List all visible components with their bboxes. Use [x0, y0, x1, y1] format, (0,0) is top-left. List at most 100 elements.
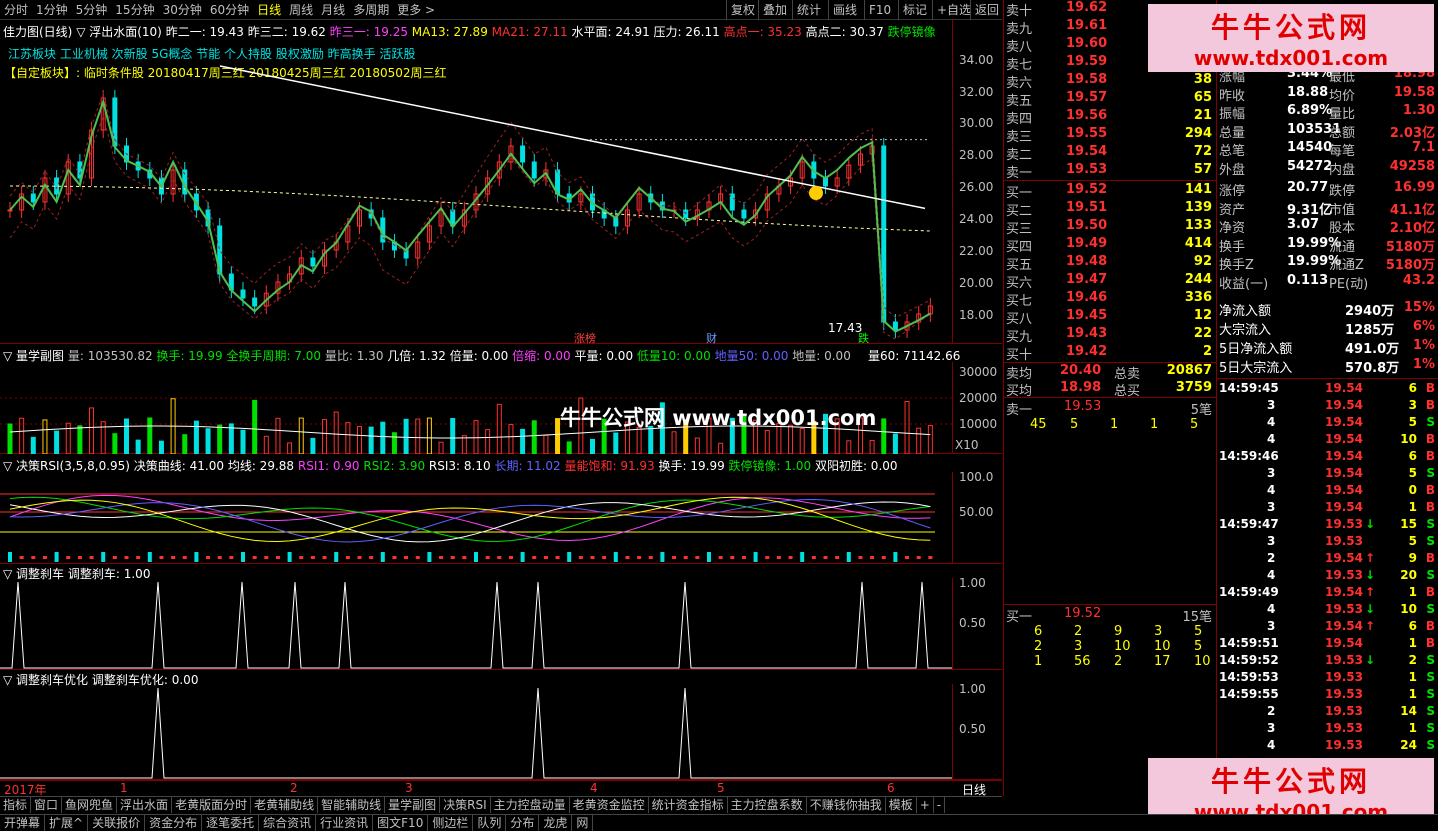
rsi-bar — [870, 556, 875, 559]
stat-label: 流通Z — [1329, 258, 1364, 273]
indicator-tab[interactable]: 指标 — [0, 797, 32, 813]
candle-body — [683, 209, 689, 219]
queue-order: 5 — [1194, 639, 1203, 654]
brake2-panel[interactable]: ▽ 调整刹车优化 调整刹车优化: 0.00 1.00 0.50 — [0, 670, 1002, 780]
rsi-bar — [124, 556, 129, 559]
period-tab[interactable]: 月线 — [321, 1, 345, 18]
tick-time: 14:59:53 — [1219, 670, 1279, 684]
volume-bar — [450, 418, 456, 454]
indicator-tab[interactable]: 老黄版面分时 — [172, 797, 252, 813]
status-tab[interactable]: 资金分布 — [145, 815, 203, 831]
ask-row: 卖二 19.54 72 — [1004, 144, 1216, 163]
status-tab[interactable]: 行业资讯 — [316, 815, 374, 831]
toolbar-button[interactable]: +自选 — [932, 0, 975, 20]
brake-line[interactable] — [0, 578, 952, 670]
indicator-tab[interactable]: 智能辅助线 — [318, 797, 386, 813]
indicator-tab[interactable]: 鱼网兜鱼 — [62, 797, 118, 813]
status-tab[interactable]: 图文F10 — [373, 815, 429, 831]
bid-row: 买一 19.52 141 — [1004, 182, 1216, 201]
period-tab[interactable]: 周线 — [289, 1, 313, 18]
tick-volume: 6 — [1408, 619, 1417, 633]
main-chart-panel[interactable]: 佳力图(日线) ▽ 浮出水面(10) 昨二一: 19.43 昨三二: 19.62… — [0, 20, 1002, 344]
tick-arrow: ↓ — [1365, 568, 1376, 582]
indicator-tab[interactable]: 模板 — [886, 797, 917, 813]
tick-row: 14:59:55 19.53 1 S — [1217, 687, 1438, 704]
rsi-bar — [101, 552, 106, 562]
flow-label: 5日大宗流入 — [1219, 361, 1293, 376]
status-tab[interactable]: 网 — [572, 815, 594, 831]
indicator-tab[interactable]: 窗口 — [31, 797, 63, 813]
period-tab[interactable]: 分时 — [4, 1, 28, 18]
tick-row: 3 19.53 1 S — [1217, 721, 1438, 738]
indicator-tab[interactable]: 主力控盘动量 — [491, 797, 570, 813]
watermark-text: 牛牛公式网 www.tdx001.com — [560, 406, 877, 430]
candle-body — [310, 257, 316, 267]
tick-price: 19.54 — [1325, 483, 1363, 497]
tick-price: 19.54 — [1325, 636, 1363, 650]
toolbar-button[interactable]: 标记 — [898, 0, 931, 20]
indicator-value: 低量10: 0.00 — [636, 349, 715, 363]
period-tab[interactable]: 多周期 — [353, 1, 389, 18]
toolbar-button[interactable]: F10 — [864, 0, 895, 20]
status-tab[interactable]: 队列 — [473, 815, 507, 831]
axis-label: 10000 — [959, 417, 998, 431]
volume-panel[interactable]: ▽ 量学副图 量: 103530.82 换手: 19.99 全换手周期: 7.0… — [0, 344, 1002, 454]
tick-time: 3 — [1267, 619, 1276, 633]
ad-banner-top[interactable]: 牛牛公式网 www.tdx001.com — [1148, 4, 1434, 72]
volume-bar — [904, 400, 910, 454]
status-tab[interactable]: 开弹幕 — [0, 815, 46, 831]
rsi-bar — [334, 552, 339, 562]
axis-label: 26.00 — [959, 180, 994, 194]
period-tab[interactable]: 日线 — [257, 1, 281, 18]
indicator-tab[interactable]: 老黄辅助线 — [251, 797, 319, 813]
brake-panel[interactable]: ▽ 调整刹车 调整刹车: 1.00 1.00 0.50 — [0, 564, 1002, 670]
indicator-tab[interactable]: 浮出水面 — [117, 797, 173, 813]
indicator-tab[interactable]: 老黄资金监控 — [570, 797, 649, 813]
status-tab[interactable]: 侧边栏 — [428, 815, 474, 831]
status-tab[interactable]: 综合资讯 — [259, 815, 317, 831]
period-tab[interactable]: 5分钟 — [76, 1, 108, 18]
indicator-tab[interactable]: 量学副图 — [385, 797, 441, 813]
indicator-tab[interactable]: 不赚钱你抽我 — [807, 797, 886, 813]
rsi-bar — [275, 556, 280, 559]
stat-label: 流通 — [1329, 239, 1356, 255]
queue-order: 5 — [1194, 624, 1203, 639]
indicator-tab[interactable]: 主力控盘系数 — [728, 797, 807, 813]
tick-time: 4 — [1267, 738, 1276, 752]
status-tab[interactable]: 逐笔委托 — [202, 815, 260, 831]
period-tab[interactable]: 30分钟 — [163, 1, 202, 18]
tick-time: 3 — [1267, 466, 1276, 480]
volume-bar — [182, 434, 188, 454]
status-tab[interactable]: 分布 — [506, 815, 540, 831]
period-tab[interactable]: 更多 > — [397, 1, 435, 18]
quote-stats: 涨幅 3.44% 最低 18.98 昨收 18.88 均价 19.58 振幅 6.89% 量比 1.3… — [1216, 0, 1438, 796]
toolbar-button[interactable]: 叠加 — [758, 0, 791, 20]
indicator-tab[interactable]: 统计资金指标 — [649, 797, 728, 813]
period-tab[interactable]: 60分钟 — [210, 1, 249, 18]
candlestick-chart[interactable]: 17.43涨榜财跌 — [0, 20, 952, 344]
avg-price: 18.98 — [1060, 380, 1102, 395]
period-tab[interactable]: 15分钟 — [115, 1, 154, 18]
indicator-tab[interactable]: + — [917, 797, 934, 813]
tick-row: 14:59:52 19.53 ↓ 2 S — [1217, 653, 1438, 670]
toolbar-button[interactable]: 复权 — [726, 0, 759, 20]
stat-value: 19.58 — [1393, 84, 1435, 100]
tick-volume: 2 — [1408, 653, 1417, 667]
rsi-lines[interactable] — [0, 472, 952, 564]
rsi-bar — [730, 556, 735, 559]
volume-bar — [77, 425, 83, 454]
tick-side: S — [1426, 534, 1435, 548]
status-tab[interactable]: 关联报价 — [88, 815, 146, 831]
toolbar-button[interactable]: 返回 — [970, 0, 1003, 20]
status-tab[interactable]: 扩展^ — [45, 815, 89, 831]
toolbar-button[interactable]: 统计 — [792, 0, 825, 20]
period-tab[interactable]: 1分钟 — [36, 1, 68, 18]
tick-price: 19.53 — [1325, 653, 1363, 667]
status-tab[interactable]: 龙虎 — [539, 815, 573, 831]
rsi-panel[interactable]: ▽ 决策RSI(3,5,8,0.95) 决策曲线: 41.00 均线: 29.8… — [0, 454, 1002, 564]
rsi-bar — [252, 556, 257, 559]
toolbar-button[interactable]: 画线 — [828, 0, 861, 20]
indicator-tab[interactable]: 决策RSI — [440, 797, 491, 813]
brake2-line[interactable] — [0, 684, 952, 780]
indicator-tab[interactable]: - — [934, 797, 946, 813]
